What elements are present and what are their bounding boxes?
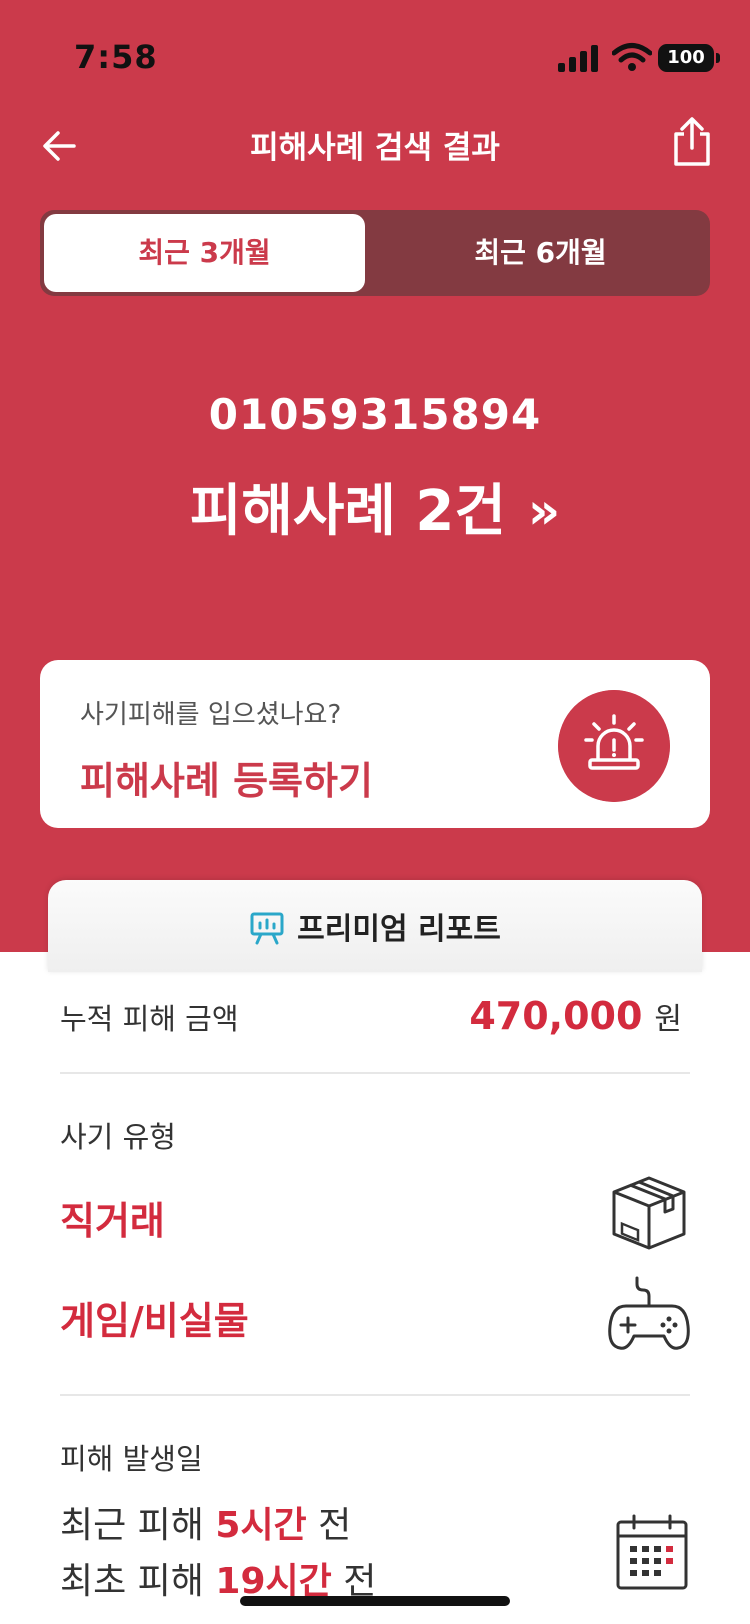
back-arrow-icon[interactable] bbox=[38, 124, 82, 168]
recent-damage-line: 최근 피해 5시간 전 bbox=[60, 1496, 351, 1548]
wifi-icon bbox=[612, 43, 652, 71]
box-icon bbox=[612, 1176, 686, 1250]
siren-icon bbox=[558, 690, 670, 802]
recent-damage-value: 5시간 bbox=[215, 1505, 307, 1546]
status-time: 7:58 bbox=[74, 38, 158, 76]
case-count-link[interactable]: 피해사례 2건 » bbox=[0, 466, 750, 547]
report-cta-label: 피해사례 등록하기 bbox=[80, 759, 373, 803]
case-count-text: 피해사례 2건 bbox=[189, 479, 506, 544]
report-question: 사기피해를 입으셨나요? bbox=[80, 700, 342, 730]
home-indicator bbox=[240, 1596, 510, 1606]
period-segmented-control: 최근 3개월 최근 6개월 bbox=[40, 210, 710, 296]
recent-damage-prefix: 최근 피해 bbox=[60, 1505, 204, 1546]
premium-report-label: 프리미엄 리포트 bbox=[297, 912, 501, 947]
page-title: 피해사례 검색 결과 bbox=[250, 130, 500, 166]
damage-amount-value: 470,000 bbox=[469, 994, 643, 1038]
damage-amount: 470,000 원 bbox=[469, 994, 682, 1038]
battery-icon: 100 bbox=[658, 44, 714, 72]
first-damage-prefix: 최초 피해 bbox=[60, 1561, 204, 1602]
recent-damage-suffix: 전 bbox=[318, 1505, 352, 1546]
gamepad-icon bbox=[608, 1276, 690, 1350]
calendar-icon bbox=[616, 1514, 688, 1590]
premium-report-tab[interactable]: 프리미엄 리포트 bbox=[48, 880, 702, 972]
signal-icon bbox=[558, 44, 602, 72]
divider bbox=[60, 1394, 690, 1396]
battery-tip bbox=[716, 53, 720, 63]
fraud-type-direct-deal: 직거래 bbox=[60, 1199, 165, 1243]
divider bbox=[60, 1072, 690, 1074]
presentation-chart-icon bbox=[250, 912, 284, 945]
status-bar: 7:58 100 bbox=[0, 0, 750, 110]
tab-6-months[interactable]: 최근 6개월 bbox=[375, 214, 706, 292]
damage-amount-label: 누적 피해 금액 bbox=[60, 1002, 239, 1036]
fraud-type-game: 게임/비실물 bbox=[60, 1299, 249, 1343]
tab-3-months[interactable]: 최근 3개월 bbox=[44, 214, 365, 292]
occurrence-label: 피해 발생일 bbox=[60, 1442, 203, 1476]
searched-phone-number: 01059315894 bbox=[208, 390, 542, 439]
damage-amount-unit: 원 bbox=[654, 1002, 682, 1037]
fraud-type-label: 사기 유형 bbox=[60, 1120, 176, 1154]
double-chevron-right-icon: » bbox=[527, 482, 561, 540]
report-case-card[interactable]: 사기피해를 입으셨나요? 피해사례 등록하기 bbox=[40, 660, 710, 828]
share-icon[interactable] bbox=[670, 116, 714, 168]
